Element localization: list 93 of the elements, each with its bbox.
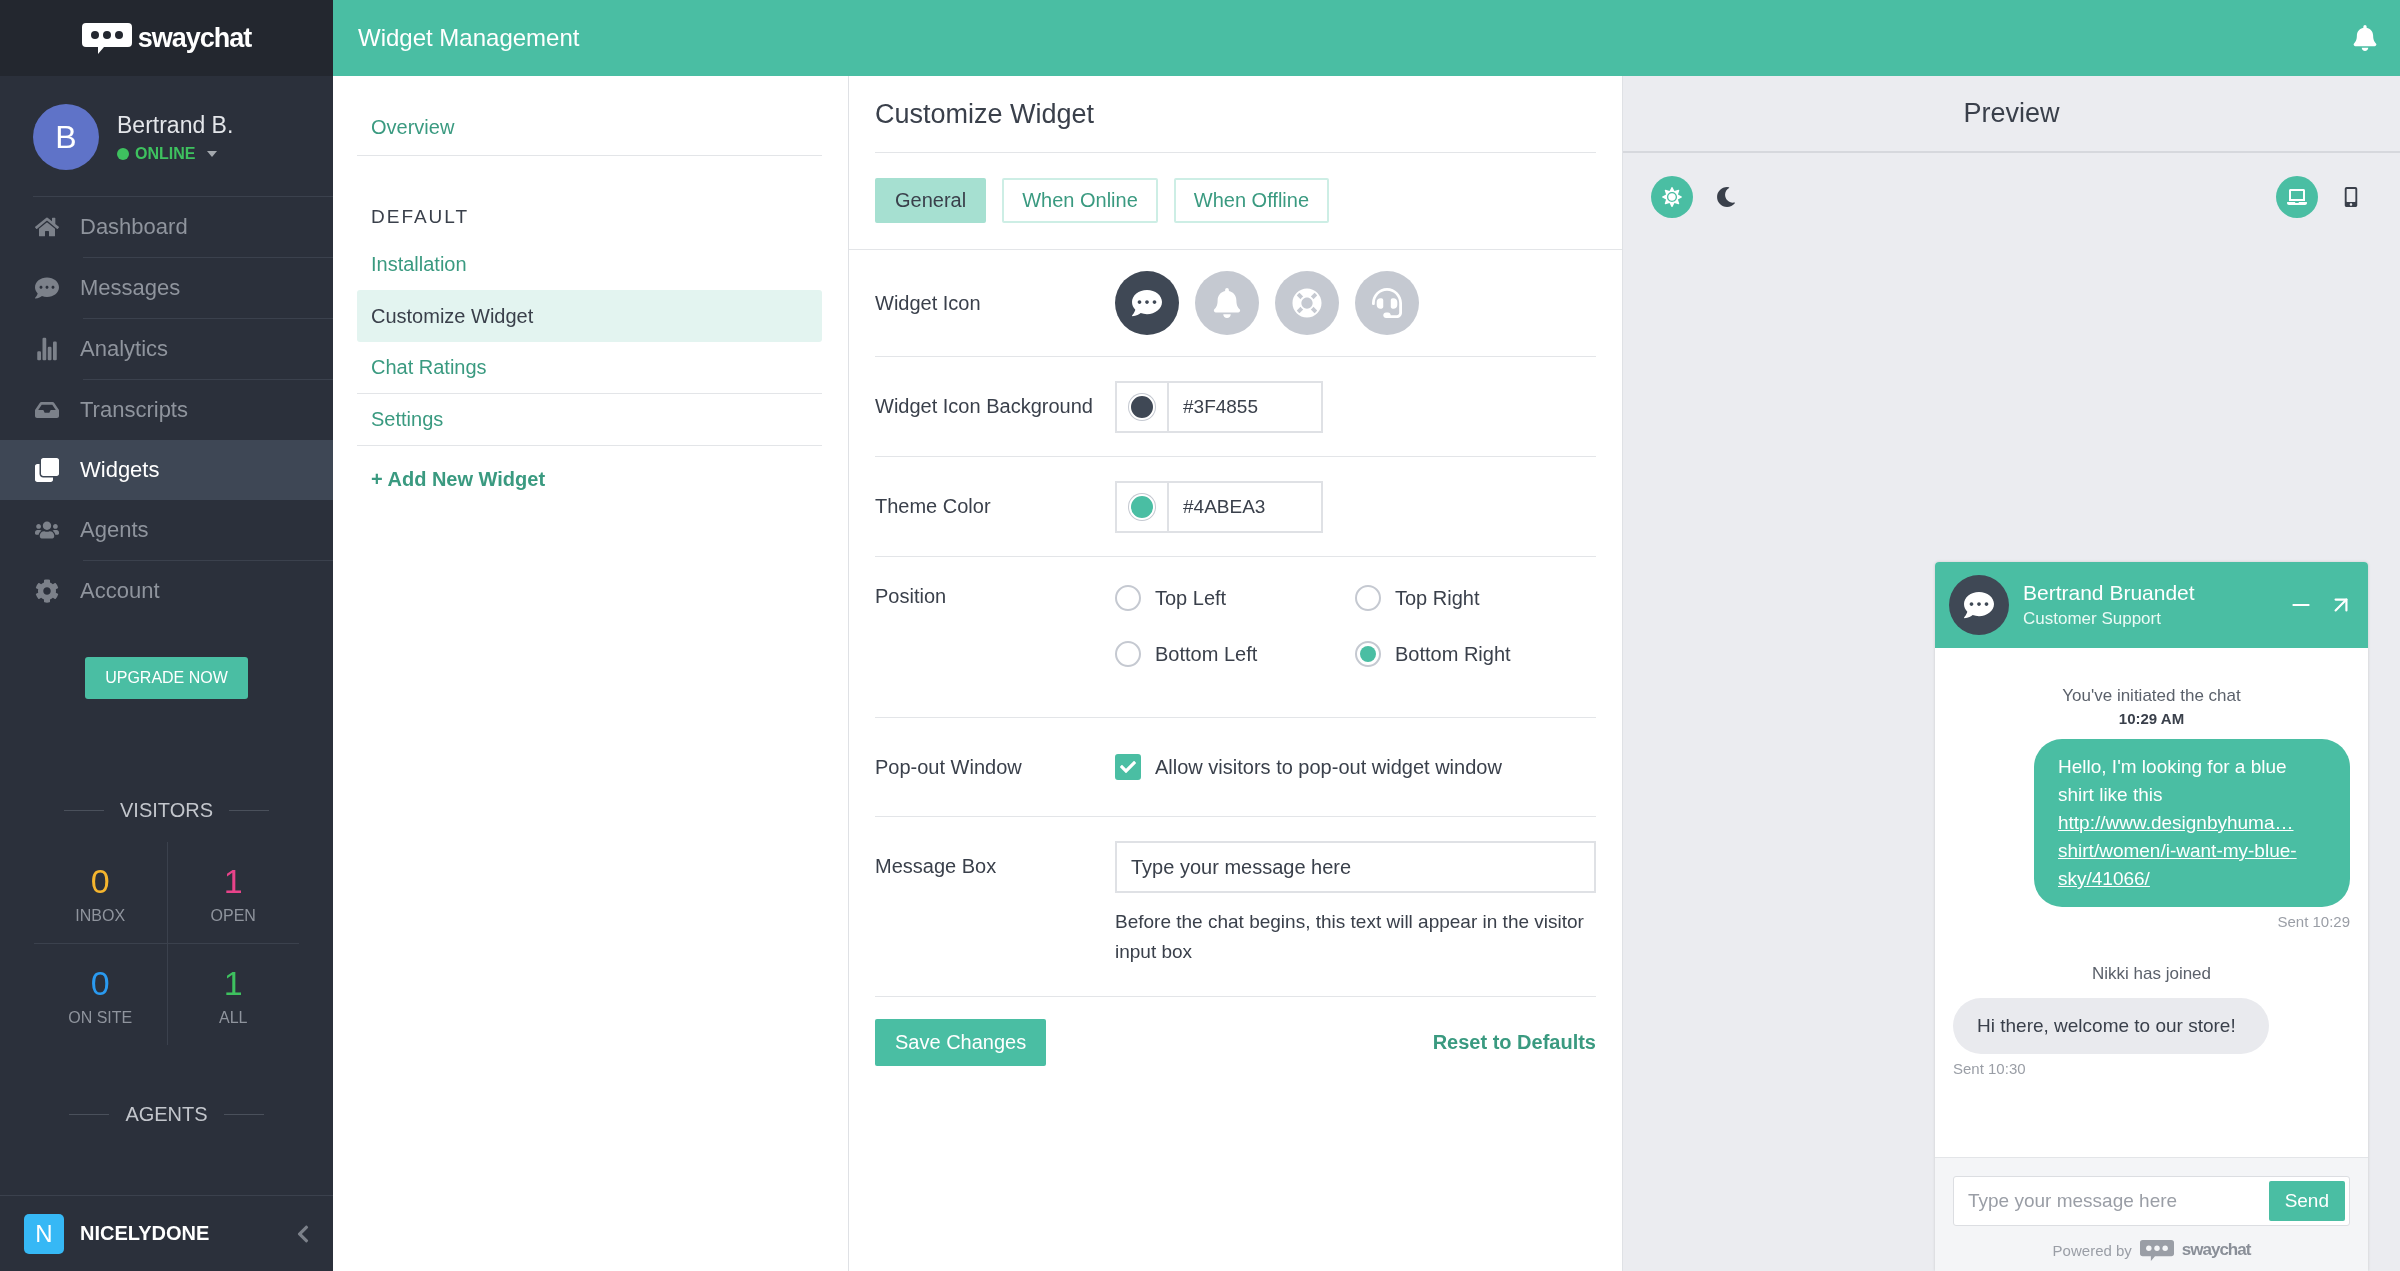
field-label: Position [875,585,948,608]
page-title: Widget Management [358,24,580,52]
logo-icon [2139,1239,2174,1261]
panel-title: Preview [1623,76,2400,153]
reset-link[interactable]: Reset to Defaults [1432,1031,1596,1054]
theme-toggle[interactable] [1651,176,1693,218]
panel-title: Customize Widget [875,76,1596,153]
chat-bubble-icon [34,276,59,300]
sidebar-item[interactable]: Widgets [0,440,333,500]
field-label: Message Box [875,854,998,878]
sidebar-item[interactable]: Dashboard [33,197,333,257]
status-dropdown[interactable]: ONLINE [117,144,234,163]
message-time: 10:29 AM [2118,710,2185,727]
field-label: Widget Icon Background [875,395,1094,418]
message-time: Sent 10:30 [1953,1060,2026,1077]
sidebar-item[interactable]: Messages [33,258,333,318]
stat-count: 1 [223,964,243,1003]
tab[interactable]: When Offline [1173,178,1330,223]
system-message: Nikki has joined [2091,964,2212,984]
send-button[interactable]: Send [2268,1180,2345,1221]
help-text: Before the chat begins, this text will appear in the visitor input box [1115,910,1585,964]
chat-bubble-icon [1964,590,1994,620]
chat-bubble-icon [1132,288,1162,318]
sidebar-item[interactable]: Analytics [33,319,333,379]
field-label: Pop-out Window [875,755,1023,779]
nav-link[interactable]: Settings [357,394,822,446]
sun-icon [1662,187,1682,207]
checkbox-label: Allow visitors to pop-out widget window [1155,755,1502,779]
system-message: You've initiated the chat [2062,686,2241,706]
add-widget-link[interactable]: + Add New Widget [357,446,822,512]
save-button[interactable]: Save Changes [875,1019,1047,1066]
brand-logo-text: swaychat [2181,1240,2251,1261]
user-name: Bertrand B. [117,111,234,139]
sidebar-item[interactable]: Account [33,561,333,621]
user-avatar: B [33,104,99,170]
radio-button[interactable] [1115,641,1141,667]
bell-icon [1212,288,1242,318]
message-time: Sent 10:29 [2277,913,2350,930]
stat-count: 1 [223,862,243,901]
field-label: Widget Icon [875,291,982,315]
laptop-icon [2287,187,2307,207]
sidebar-item[interactable]: Transcripts [33,380,333,440]
nav-link[interactable]: Overview [357,100,822,156]
stat-count: 0 [90,862,110,901]
radio-label: Bottom Left [1155,642,1258,666]
stat-count: 0 [90,964,110,1003]
color-field[interactable]: #3F4855 [1115,380,1323,433]
section-title: VISITORS [120,799,213,822]
stat-label: OPEN [210,907,256,925]
powered-by-text: Powered by [2052,1241,2132,1259]
radio-label: Top Right [1395,586,1480,610]
workspace-badge: N [24,1213,64,1254]
stacked-pages-icon [34,458,59,482]
agent-role: Customer Support [2023,609,2162,629]
workspace-name: NICELYDONE [80,1222,211,1245]
chat-input-field[interactable]: Type your message here Send [1953,1175,2350,1226]
bell-icon[interactable] [2352,25,2378,51]
check-icon [1120,759,1136,775]
section-heading: DEFAULT [370,205,471,229]
caret-icon [207,150,218,157]
radio-button[interactable] [1115,585,1141,611]
radio-label: Bottom Right [1395,642,1511,666]
nav-link[interactable]: Chat Ratings [357,342,822,394]
tab[interactable]: General [875,178,987,223]
field-label: Theme Color [875,495,992,518]
message-text: Hi there, welcome to our store! [1977,1014,2237,1038]
stat-label: ALL [219,1009,248,1027]
logo-icon [81,22,132,54]
checkbox[interactable] [1115,754,1141,780]
stat-label: INBOX [75,907,126,925]
lifebuoy-icon [1292,288,1322,318]
radio-button[interactable] [1355,641,1381,667]
home-icon [34,215,59,239]
message-box-field[interactable]: Type your message here [1115,841,1596,893]
radio-label: Top Left [1155,586,1227,610]
device-toggle[interactable] [2276,176,2318,218]
section-title: AGENTS [125,1103,208,1126]
nav-link[interactable]: Customize Widget [357,290,822,342]
nav-link[interactable]: Installation [357,238,822,290]
headset-icon [1372,288,1402,318]
moon-icon [1716,187,1736,207]
settings-icon [34,579,59,603]
message-link[interactable]: http://www.designbyhuma…shirt/women/i-want-my-blue-sky/41066/ [2058,809,2326,893]
stat-label: ON SITE [68,1009,133,1027]
bar-chart-icon [34,337,59,361]
upgrade-button[interactable]: UPGRADE NOW [85,657,248,699]
status-dot [117,147,129,160]
sidebar-item[interactable]: Agents [33,500,333,560]
tab[interactable]: When Online [1002,178,1158,223]
agent-name: Bertrand Bruandet [2023,581,2196,605]
radio-button[interactable] [1355,585,1381,611]
color-field[interactable]: #4ABEA3 [1115,480,1323,533]
brand-logo-text: swaychat [137,22,252,54]
